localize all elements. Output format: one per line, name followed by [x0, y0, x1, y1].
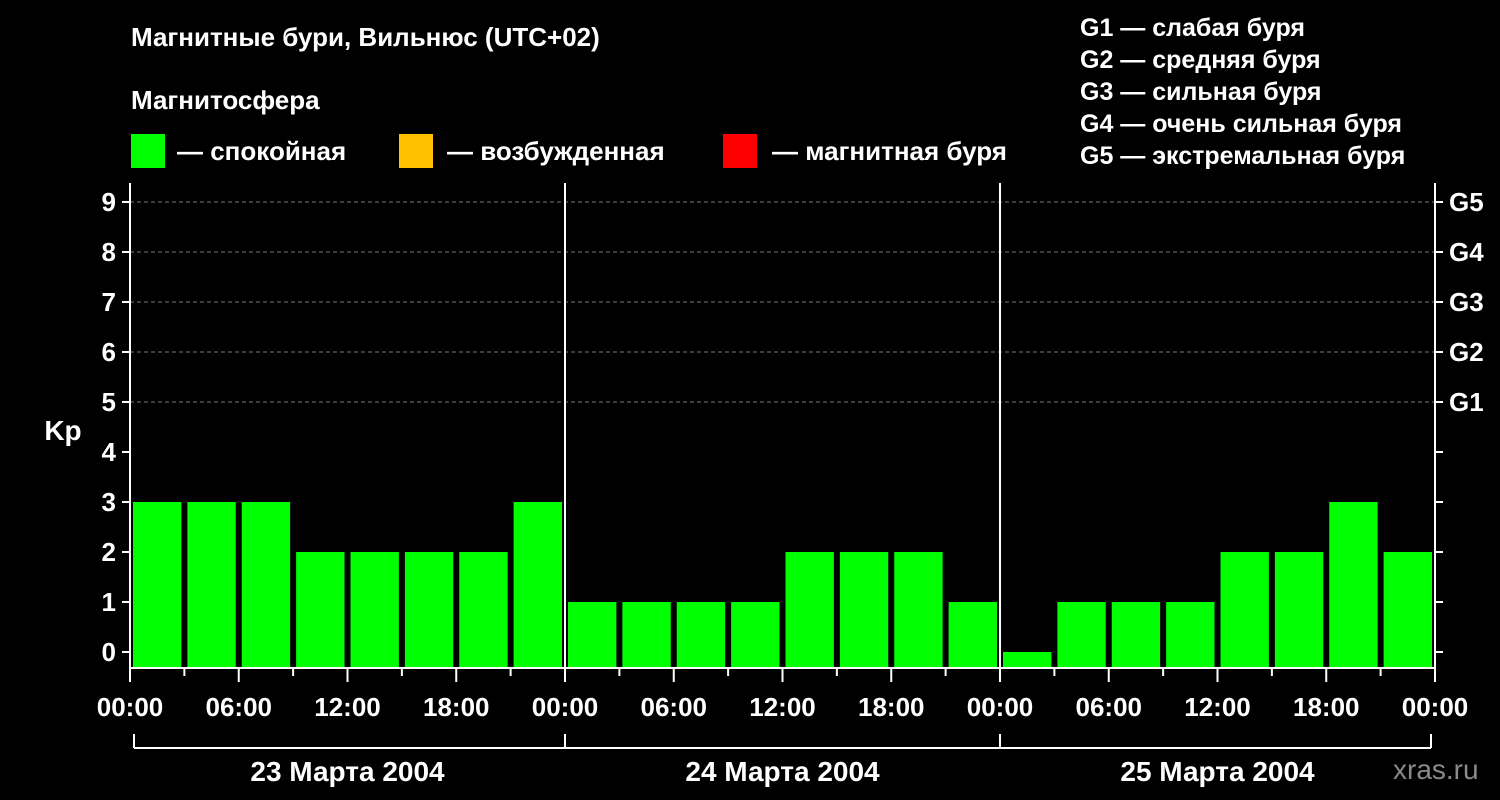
date-label: 24 Марта 2004 — [685, 756, 880, 787]
y-tick-label: 9 — [102, 187, 116, 217]
y-tick-label: 4 — [102, 437, 117, 467]
x-tick-label: 18:00 — [423, 692, 490, 722]
x-tick-label: 18:00 — [1293, 692, 1360, 722]
kp-bar — [839, 552, 889, 668]
kp-bar — [241, 502, 291, 668]
y-tick-label: 7 — [102, 287, 116, 317]
y-axis-label: Kp — [44, 415, 81, 446]
kp-bar — [568, 602, 617, 668]
kp-bar — [187, 502, 236, 668]
g-scale-label: G4 — [1449, 237, 1484, 267]
kp-bar — [1329, 502, 1378, 668]
kp-bar — [622, 602, 671, 668]
x-tick-label: 00:00 — [97, 692, 164, 722]
watermark: xras.ru — [1393, 754, 1479, 785]
kp-bar — [1220, 552, 1269, 668]
x-tick-label: 06:00 — [206, 692, 273, 722]
kp-bar — [513, 502, 562, 668]
kp-bar — [1003, 652, 1052, 668]
kp-bar — [894, 552, 943, 668]
g-scale-label: G1 — [1449, 387, 1484, 417]
kp-bar — [676, 602, 726, 668]
y-tick-label: 1 — [102, 587, 116, 617]
kp-bar — [731, 602, 780, 668]
x-tick-label: 12:00 — [749, 692, 816, 722]
kp-bar — [1383, 552, 1432, 668]
y-tick-label: 3 — [102, 487, 116, 517]
g-scale-label: G5 — [1449, 187, 1484, 217]
kp-bar — [1274, 552, 1324, 668]
kp-bar — [296, 552, 345, 668]
kp-bar — [133, 502, 182, 668]
g-scale-label: G3 — [1449, 287, 1484, 317]
y-tick-label: 8 — [102, 237, 116, 267]
kp-bar — [1057, 602, 1106, 668]
x-tick-label: 06:00 — [641, 692, 708, 722]
g-scale-label: G2 — [1449, 337, 1484, 367]
x-tick-label: 06:00 — [1076, 692, 1143, 722]
date-label: 23 Марта 2004 — [250, 756, 445, 787]
kp-chart: 0 1 2 3 4 5 6 7 8 9 G1 G2 G3 G4 G5 Kp 00:00 06:00 12:00 18:… — [44, 183, 1484, 787]
kp-bar — [948, 602, 997, 668]
y-tick-label: 6 — [102, 337, 116, 367]
x-tick-label: 00:00 — [967, 692, 1034, 722]
kp-bar — [1111, 602, 1161, 668]
y-tick-label: 0 — [102, 637, 116, 667]
date-label: 25 Марта 2004 — [1120, 756, 1315, 787]
kp-bar — [459, 552, 508, 668]
x-tick-label: 00:00 — [1402, 692, 1469, 722]
x-tick-label: 12:00 — [314, 692, 381, 722]
y-tick-label: 2 — [102, 537, 116, 567]
x-tick-label: 12:00 — [1184, 692, 1251, 722]
x-tick-label: 18:00 — [858, 692, 925, 722]
kp-bar — [785, 552, 834, 668]
x-tick-label: 00:00 — [532, 692, 599, 722]
kp-bar — [404, 552, 454, 668]
y-tick-label: 5 — [102, 387, 116, 417]
kp-bar — [350, 552, 399, 668]
kp-bar — [1166, 602, 1215, 668]
